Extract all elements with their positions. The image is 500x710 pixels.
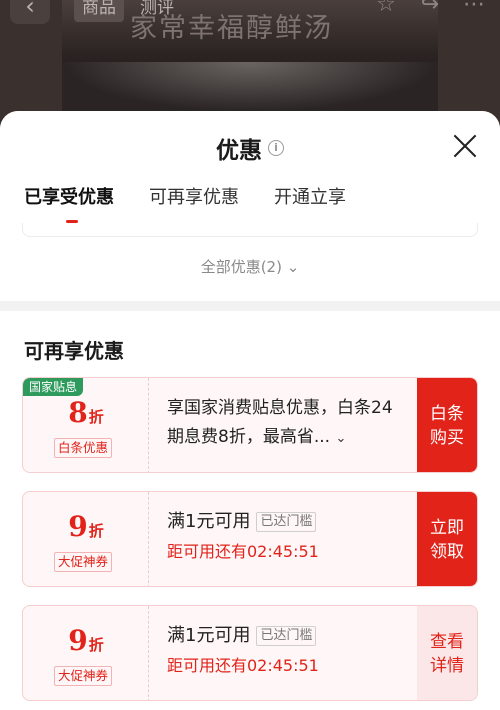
tab-product[interactable]: 商品 bbox=[74, 0, 124, 22]
sheet-title: 优惠 i bbox=[0, 131, 500, 165]
discount-unit: 折 bbox=[88, 408, 104, 426]
coupon-description: 享国家消费贴息优惠，白条24期息费8折，最高省... ⌄ bbox=[167, 394, 407, 453]
chevron-down-icon[interactable]: ⌄ bbox=[335, 431, 346, 446]
coupon-description: 满1元可用 已达门槛 距可用还有02:45:51 bbox=[167, 622, 407, 680]
tab-more-offers[interactable]: 可再享优惠 bbox=[149, 183, 239, 209]
coupon-type-tag: 大促神券 bbox=[54, 552, 113, 572]
info-icon[interactable]: i bbox=[268, 140, 284, 156]
share-icon[interactable]: ↪ bbox=[414, 0, 446, 20]
coupon-left: 国家贴息 8折 白条优惠 bbox=[23, 378, 149, 472]
claim-now-button[interactable]: 立即 领取 bbox=[417, 492, 477, 586]
action-label: 查看 详情 bbox=[430, 632, 464, 676]
coupon-left: 9折 大促神券 bbox=[23, 606, 149, 700]
enjoyed-offers-card bbox=[22, 223, 478, 237]
discount-value: 9 bbox=[68, 624, 88, 657]
threshold-reached-badge: 已达门槛 bbox=[256, 626, 317, 646]
discount-unit: 折 bbox=[88, 522, 104, 540]
more-icon[interactable]: ⋯ bbox=[458, 0, 490, 20]
view-details-button[interactable]: 查看 详情 bbox=[417, 606, 477, 700]
close-icon[interactable] bbox=[452, 133, 478, 159]
all-offers-toggle[interactable]: 全部优惠(2) ⌄ bbox=[0, 256, 500, 277]
coupon-left: 9折 大促神券 bbox=[23, 492, 149, 586]
tab-activate-offers[interactable]: 开通立享 bbox=[274, 183, 346, 209]
sheet-header: 优惠 i 已享受优惠 可再享优惠 开通立享 全部优惠(2) ⌄ bbox=[0, 111, 500, 301]
chevron-down-icon: ⌄ bbox=[286, 258, 300, 276]
discount-value: 9 bbox=[68, 510, 88, 543]
baitiao-buy-button[interactable]: 白条 购买 bbox=[417, 378, 477, 472]
coupon-card[interactable]: 9折 大促神券 满1元可用 已达门槛 距可用还有02:45:51 查看 详情 bbox=[22, 605, 478, 701]
coupon-countdown: 距可用还有02:45:51 bbox=[167, 656, 319, 675]
offer-tabs: 已享受优惠 可再享优惠 开通立享 bbox=[24, 183, 346, 223]
more-offers-section: 可再享优惠 国家贴息 8折 白条优惠 享国家消费贴息优惠，白条24期息费8折，最… bbox=[0, 311, 500, 710]
coupon-countdown: 距可用还有02:45:51 bbox=[167, 542, 319, 561]
star-icon[interactable]: ☆ bbox=[370, 0, 402, 20]
coupon-discount: 8折 bbox=[23, 396, 149, 429]
coupon-type-tag: 白条优惠 bbox=[54, 438, 113, 458]
discount-unit: 折 bbox=[88, 636, 104, 654]
coupon-card[interactable]: 国家贴息 8折 白条优惠 享国家消费贴息优惠，白条24期息费8折，最高省... … bbox=[22, 377, 478, 473]
all-offers-label: 全部优惠(2) bbox=[200, 258, 282, 276]
tab-review[interactable]: 测评 bbox=[132, 0, 182, 22]
offers-sheet: 优惠 i 已享受优惠 可再享优惠 开通立享 全部优惠(2) ⌄ 可再享优惠 国家… bbox=[0, 111, 500, 710]
threshold-reached-badge: 已达门槛 bbox=[256, 512, 317, 532]
back-icon[interactable]: ‹ bbox=[10, 0, 50, 24]
coupon-desc-text: 享国家消费贴息优惠，白条24期息费8折，最高省... bbox=[167, 398, 393, 447]
action-label: 白条 购买 bbox=[430, 404, 464, 448]
discount-value: 8 bbox=[68, 396, 88, 429]
coupon-condition: 满1元可用 bbox=[167, 511, 251, 532]
coupon-discount: 9折 bbox=[23, 624, 149, 657]
coupon-type-tag: 大促神券 bbox=[54, 666, 113, 686]
tab-enjoyed-offers[interactable]: 已享受优惠 bbox=[24, 183, 114, 223]
coupon-card[interactable]: 9折 大促神券 满1元可用 已达门槛 距可用还有02:45:51 立即 领取 bbox=[22, 491, 478, 587]
coupon-discount: 9折 bbox=[23, 510, 149, 543]
action-label: 立即 领取 bbox=[430, 518, 464, 562]
sheet-title-text: 优惠 bbox=[216, 138, 262, 164]
coupon-description: 满1元可用 已达门槛 距可用还有02:45:51 bbox=[167, 508, 407, 566]
coupon-condition: 满1元可用 bbox=[167, 625, 251, 646]
coupon-corner-badge: 国家贴息 bbox=[23, 378, 84, 396]
section-title: 可再享优惠 bbox=[24, 339, 124, 363]
top-icons: ☆ ↪ ⋯ bbox=[370, 0, 490, 20]
